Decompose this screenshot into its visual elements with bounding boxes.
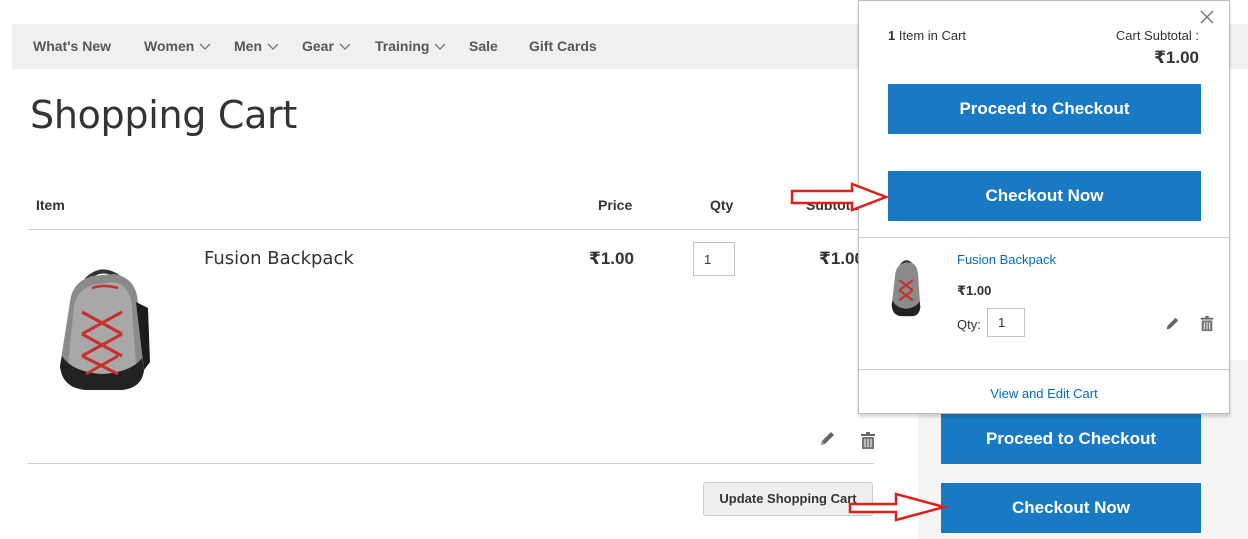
qty-input[interactable] <box>693 242 735 276</box>
annotation-arrow <box>848 492 948 522</box>
nav-item-women[interactable]: Women <box>144 38 211 54</box>
minicart-product-name-link[interactable]: Fusion Backpack <box>957 252 1056 267</box>
minicart-product-image[interactable] <box>889 257 923 317</box>
minicart-divider <box>859 369 1229 370</box>
chevron-down-icon <box>434 43 446 51</box>
chevron-down-icon <box>339 43 351 51</box>
minicart-checkout-now-button[interactable]: Checkout Now <box>888 171 1201 221</box>
minicart-qty-input[interactable]: 1 <box>987 308 1025 337</box>
chevron-down-icon <box>267 43 279 51</box>
column-header-qty: Qty <box>710 197 734 213</box>
nav-item-gift-cards[interactable]: Gift Cards <box>529 38 597 54</box>
minicart-proceed-to-checkout-button[interactable]: Proceed to Checkout <box>888 84 1201 134</box>
page-title: Shopping Cart <box>30 93 297 137</box>
nav-item-whats-new[interactable]: What's New <box>33 38 111 54</box>
proceed-to-checkout-button[interactable]: Proceed to Checkout <box>941 414 1201 464</box>
pencil-icon[interactable] <box>1164 316 1182 334</box>
product-name-link[interactable]: Fusion Backpack <box>204 248 354 269</box>
nav-item-gear[interactable]: Gear <box>302 38 351 54</box>
minicart-subtotal-value: ₹1.00 <box>1154 48 1199 67</box>
close-icon[interactable] <box>1199 9 1215 25</box>
column-header-item: Item <box>36 197 65 213</box>
minicart-item-count: 1 Item in Cart <box>888 28 967 43</box>
checkout-now-button[interactable]: Checkout Now <box>941 483 1201 533</box>
annotation-arrow <box>790 182 890 212</box>
trash-icon[interactable] <box>1199 315 1217 333</box>
column-header-price: Price <box>598 197 633 213</box>
chevron-down-icon <box>199 43 211 51</box>
nav-item-sale[interactable]: Sale <box>469 38 498 54</box>
item-price: ₹1.00 <box>589 249 634 268</box>
minicart-qty-label: Qty: <box>957 317 981 332</box>
pencil-icon[interactable] <box>818 430 836 448</box>
table-divider <box>28 229 874 230</box>
minicart-product-price: ₹1.00 <box>957 283 992 298</box>
product-image[interactable] <box>52 262 152 392</box>
minicart-subtotal-label: Cart Subtotal : <box>1115 28 1199 43</box>
minicart-divider <box>859 237 1229 238</box>
nav-item-training[interactable]: Training <box>375 38 446 54</box>
view-and-edit-cart-link[interactable]: View and Edit Cart <box>859 386 1229 401</box>
minicart-dropdown: 1 Item in Cart Cart Subtotal : ₹1.00 Pro… <box>858 0 1230 414</box>
trash-icon[interactable] <box>859 432 877 450</box>
table-divider <box>28 463 874 464</box>
nav-item-men[interactable]: Men <box>234 38 279 54</box>
